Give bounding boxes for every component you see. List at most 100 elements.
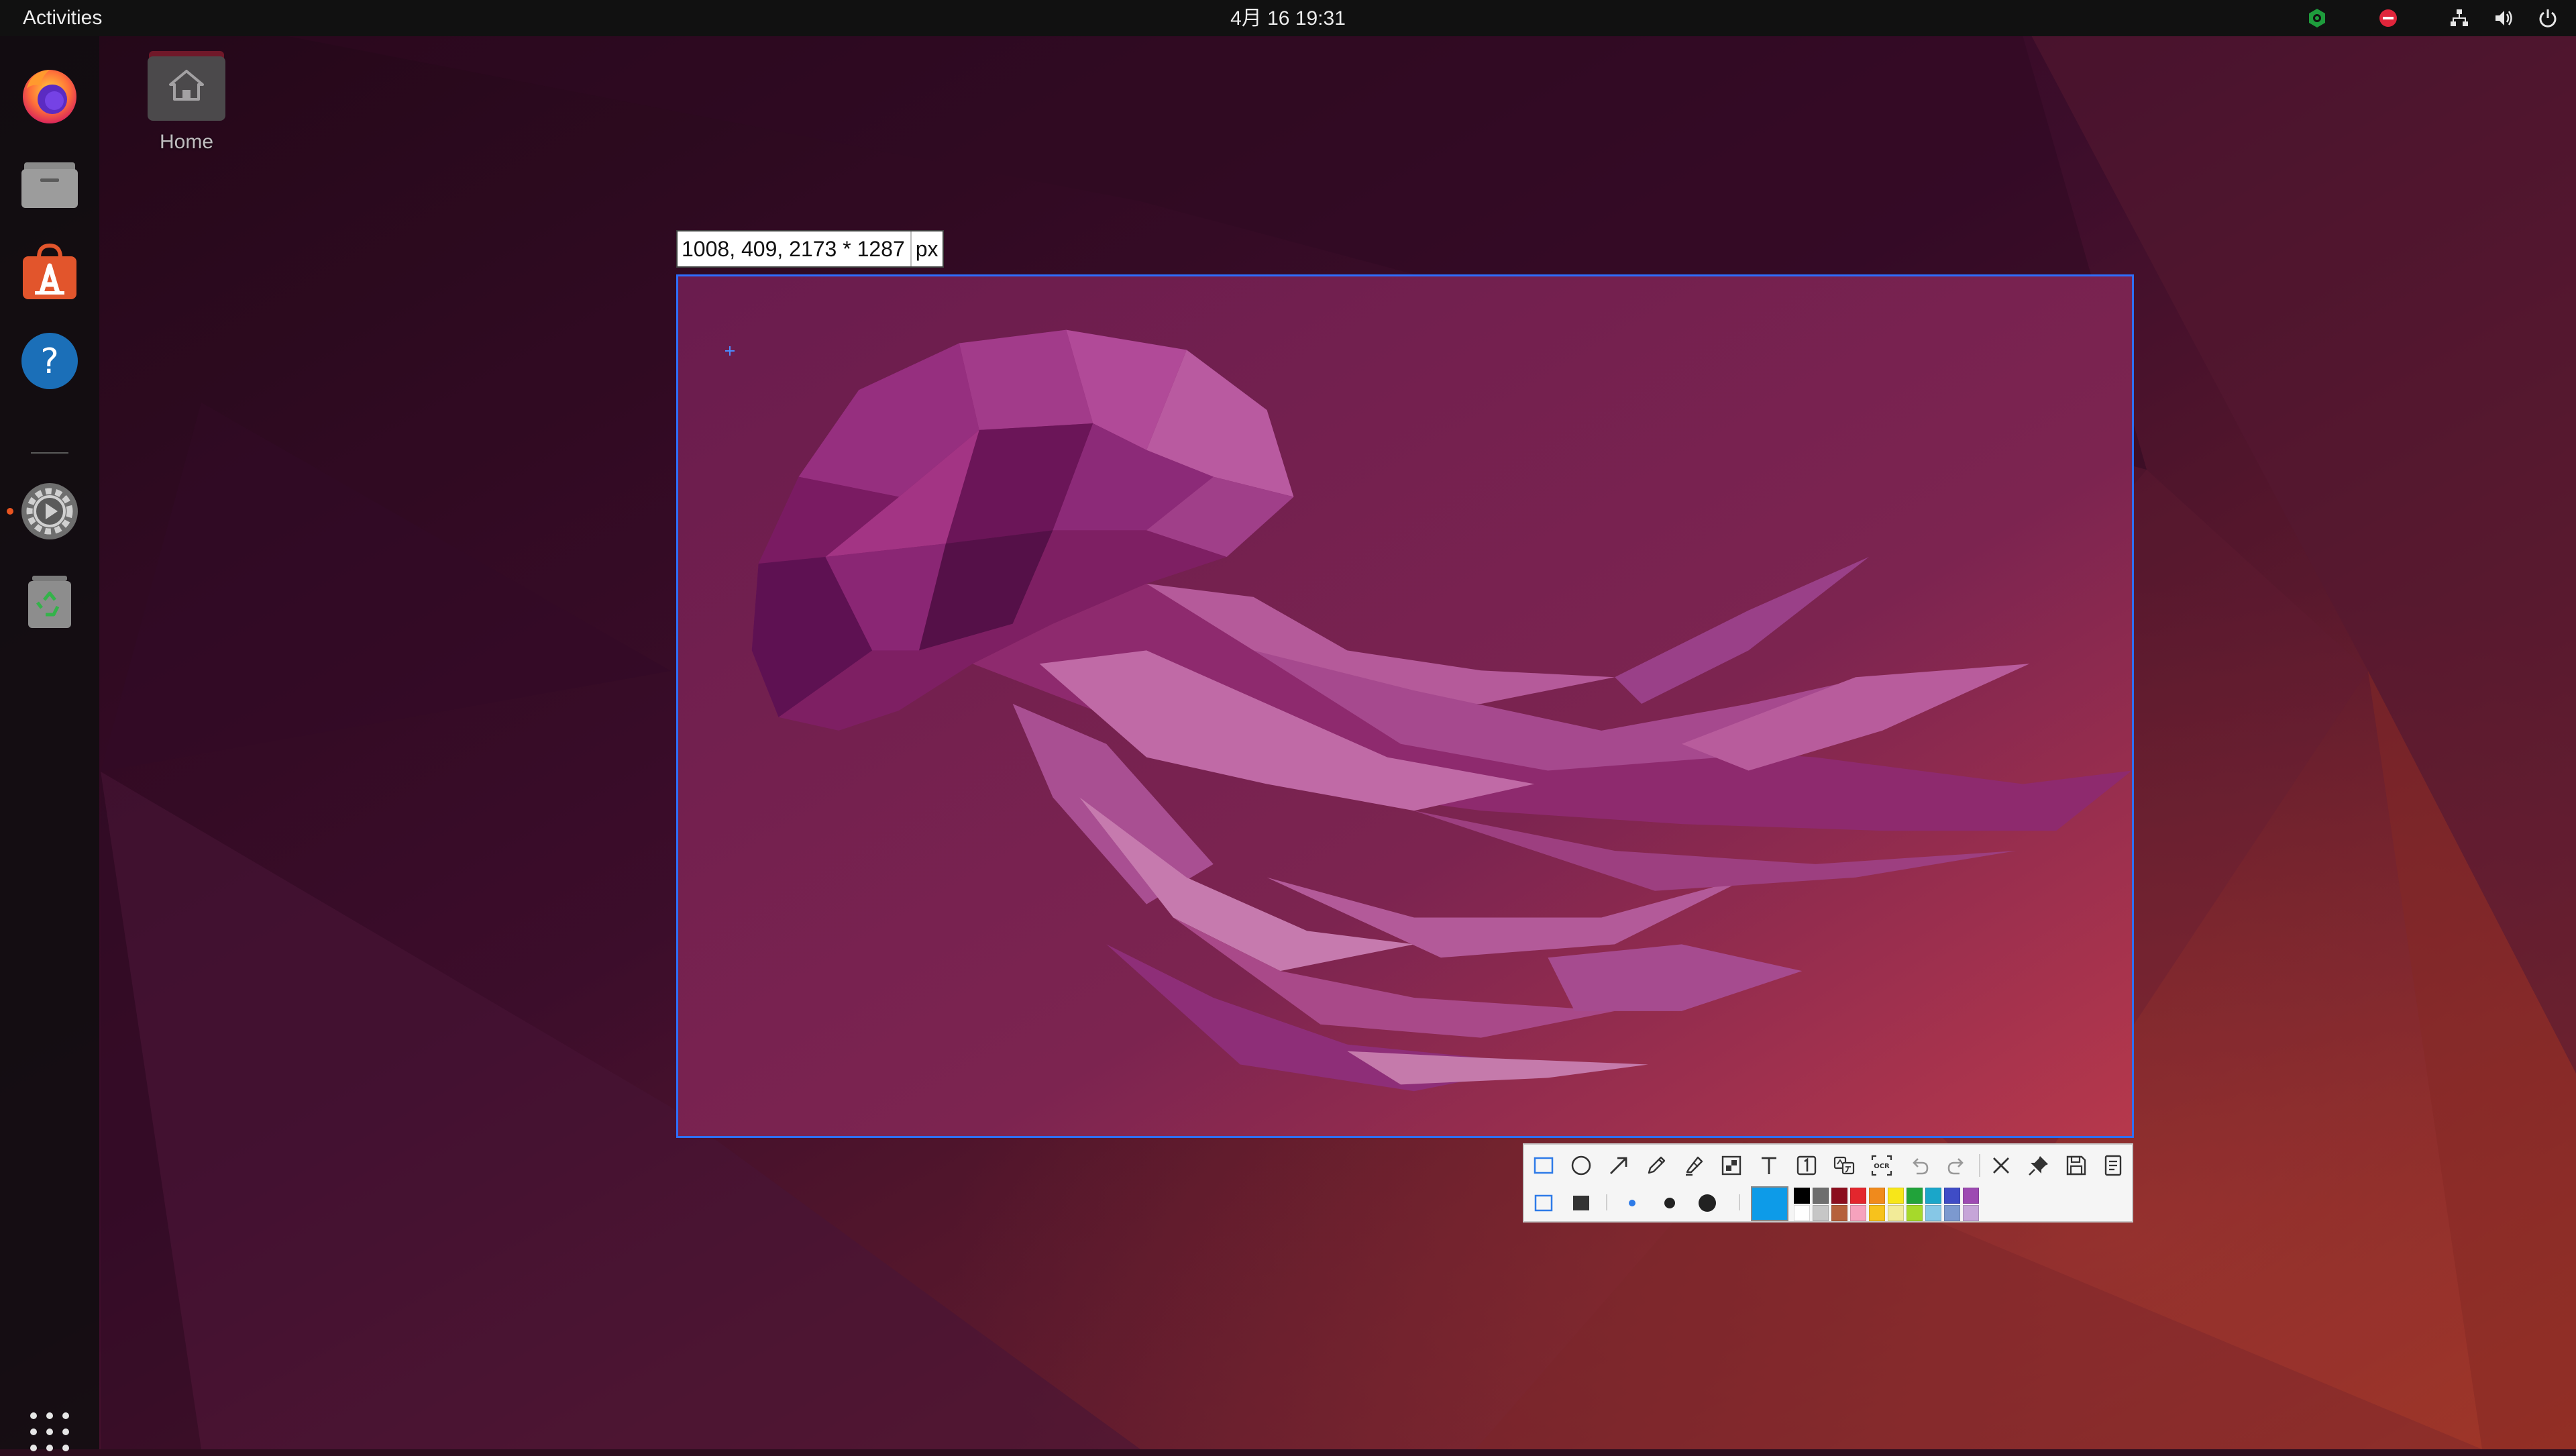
color-swatch[interactable] [1813,1188,1829,1204]
color-swatch[interactable] [1907,1205,1923,1221]
pin-button[interactable] [2022,1149,2055,1182]
marker-icon [1686,1156,1703,1176]
color-swatch[interactable] [1925,1188,1941,1204]
arrow-tool-button[interactable] [1602,1149,1635,1182]
color-swatch[interactable] [1963,1188,1979,1204]
undo-icon [1913,1158,1929,1175]
color-swatch[interactable] [1850,1205,1866,1221]
text-tool-button[interactable] [1752,1149,1786,1182]
grid-icon[interactable] [25,1408,74,1456]
software-store-icon [23,243,76,299]
color-swatch[interactable] [1850,1188,1866,1204]
volume-icon[interactable] [2491,6,2516,30]
color-swatch[interactable] [1925,1205,1941,1221]
dot-large-icon [1699,1194,1716,1212]
firefox-icon [23,70,76,123]
marker-tool-button[interactable] [1677,1149,1711,1182]
current-color-swatch[interactable] [1751,1186,1788,1221]
pen-icon [1648,1156,1666,1174]
redo-button[interactable] [1940,1149,1974,1182]
color-swatch[interactable] [1831,1205,1847,1221]
dot-small-icon [1629,1200,1635,1206]
trash-icon [28,576,71,628]
color-swatch[interactable] [1888,1205,1904,1221]
color-swatch[interactable] [1944,1188,1960,1204]
files-icon [21,162,78,208]
number-tool-button[interactable] [1790,1149,1823,1182]
pen-tool-button[interactable] [1640,1149,1673,1182]
color-swatch[interactable] [1944,1205,1960,1221]
activities-button[interactable]: Activities [23,0,102,36]
capture-toolbar: OCR [1523,1143,2133,1223]
fill-style-button[interactable] [1564,1186,1598,1220]
color-swatch[interactable] [1907,1188,1923,1204]
toolbar-separator [1606,1194,1607,1210]
ocr-icon: OCR [1871,1155,1892,1176]
ellipse-tool-button[interactable] [1564,1149,1598,1182]
size-medium-button[interactable] [1653,1186,1686,1220]
dock-help[interactable]: ? [15,326,85,396]
ocr-button[interactable]: OCR [1865,1149,1898,1182]
settings-icon [21,483,78,539]
dock-firefox[interactable] [15,60,85,130]
help-icon: ? [21,333,78,389]
dot-medium-icon [1664,1198,1675,1208]
cancel-button[interactable] [1984,1149,2018,1182]
svg-text:?: ? [40,342,59,382]
size-small-button[interactable] [1615,1186,1649,1220]
running-indicator [7,508,13,515]
do-not-disturb-icon[interactable] [2376,6,2400,30]
translate-button[interactable] [1827,1149,1861,1182]
dock: ? [0,36,99,1451]
copy-button[interactable] [2097,1149,2131,1182]
desktop-home-icon[interactable]: Home [141,47,232,154]
selection-size-unit: px [910,231,943,266]
network-icon[interactable] [2447,6,2471,30]
dock-trash[interactable] [15,565,85,635]
translate-icon [1833,1156,1855,1175]
dock-software[interactable] [15,238,85,307]
clock: 4月 16 19:31 [0,0,2576,36]
color-swatch[interactable] [1831,1188,1847,1204]
color-swatch[interactable] [1813,1205,1829,1221]
top-bar: Activities 4月 16 19:31 [0,0,2576,36]
rectangle-icon [1534,1157,1554,1174]
capture-selection[interactable] [676,274,2134,1138]
color-swatch[interactable] [1869,1205,1885,1221]
power-icon[interactable] [2536,6,2560,30]
mosaic-tool-button[interactable] [1715,1149,1748,1182]
arrow-icon [1610,1157,1627,1174]
dock-files[interactable] [15,149,85,219]
color-swatch[interactable] [1794,1188,1810,1204]
undo-button[interactable] [1902,1149,1936,1182]
svg-text:OCR: OCR [1874,1163,1890,1170]
outline-style-button[interactable] [1527,1186,1560,1220]
home-folder-icon [148,51,225,121]
redo-icon [1947,1158,1964,1175]
jellyfish-artwork [678,276,2132,1136]
color-swatch[interactable] [1869,1188,1885,1204]
selection-size-value: 1008, 409, 2173 * 1287 [682,237,905,261]
color-swatch[interactable] [1794,1205,1810,1221]
toolbar-separator [1979,1154,1980,1177]
toolbar-separator [1739,1194,1740,1210]
cancel-icon [1993,1157,2009,1174]
color-swatch[interactable] [1888,1188,1904,1204]
number-icon [1796,1155,1817,1176]
dock-separator [31,452,68,454]
mosaic-icon [1721,1155,1741,1176]
pin-icon [2029,1156,2048,1176]
color-swatch[interactable] [1963,1205,1979,1221]
selection-size-label: 1008, 409, 2173 * 1287 px [676,230,944,268]
filled-square-icon [1573,1196,1589,1210]
size-large-button[interactable] [1690,1186,1724,1220]
outline-square-icon [1534,1194,1553,1212]
dock-settings[interactable] [15,476,85,546]
crosshair-cursor [725,346,735,356]
app-indicator-icon[interactable] [2305,6,2329,30]
save-button[interactable] [2059,1149,2093,1182]
rectangle-tool-button[interactable] [1527,1149,1560,1182]
ellipse-icon [1571,1155,1591,1176]
text-icon [1762,1157,1776,1174]
clock-button[interactable]: 4月 16 19:31 [1230,7,1346,30]
